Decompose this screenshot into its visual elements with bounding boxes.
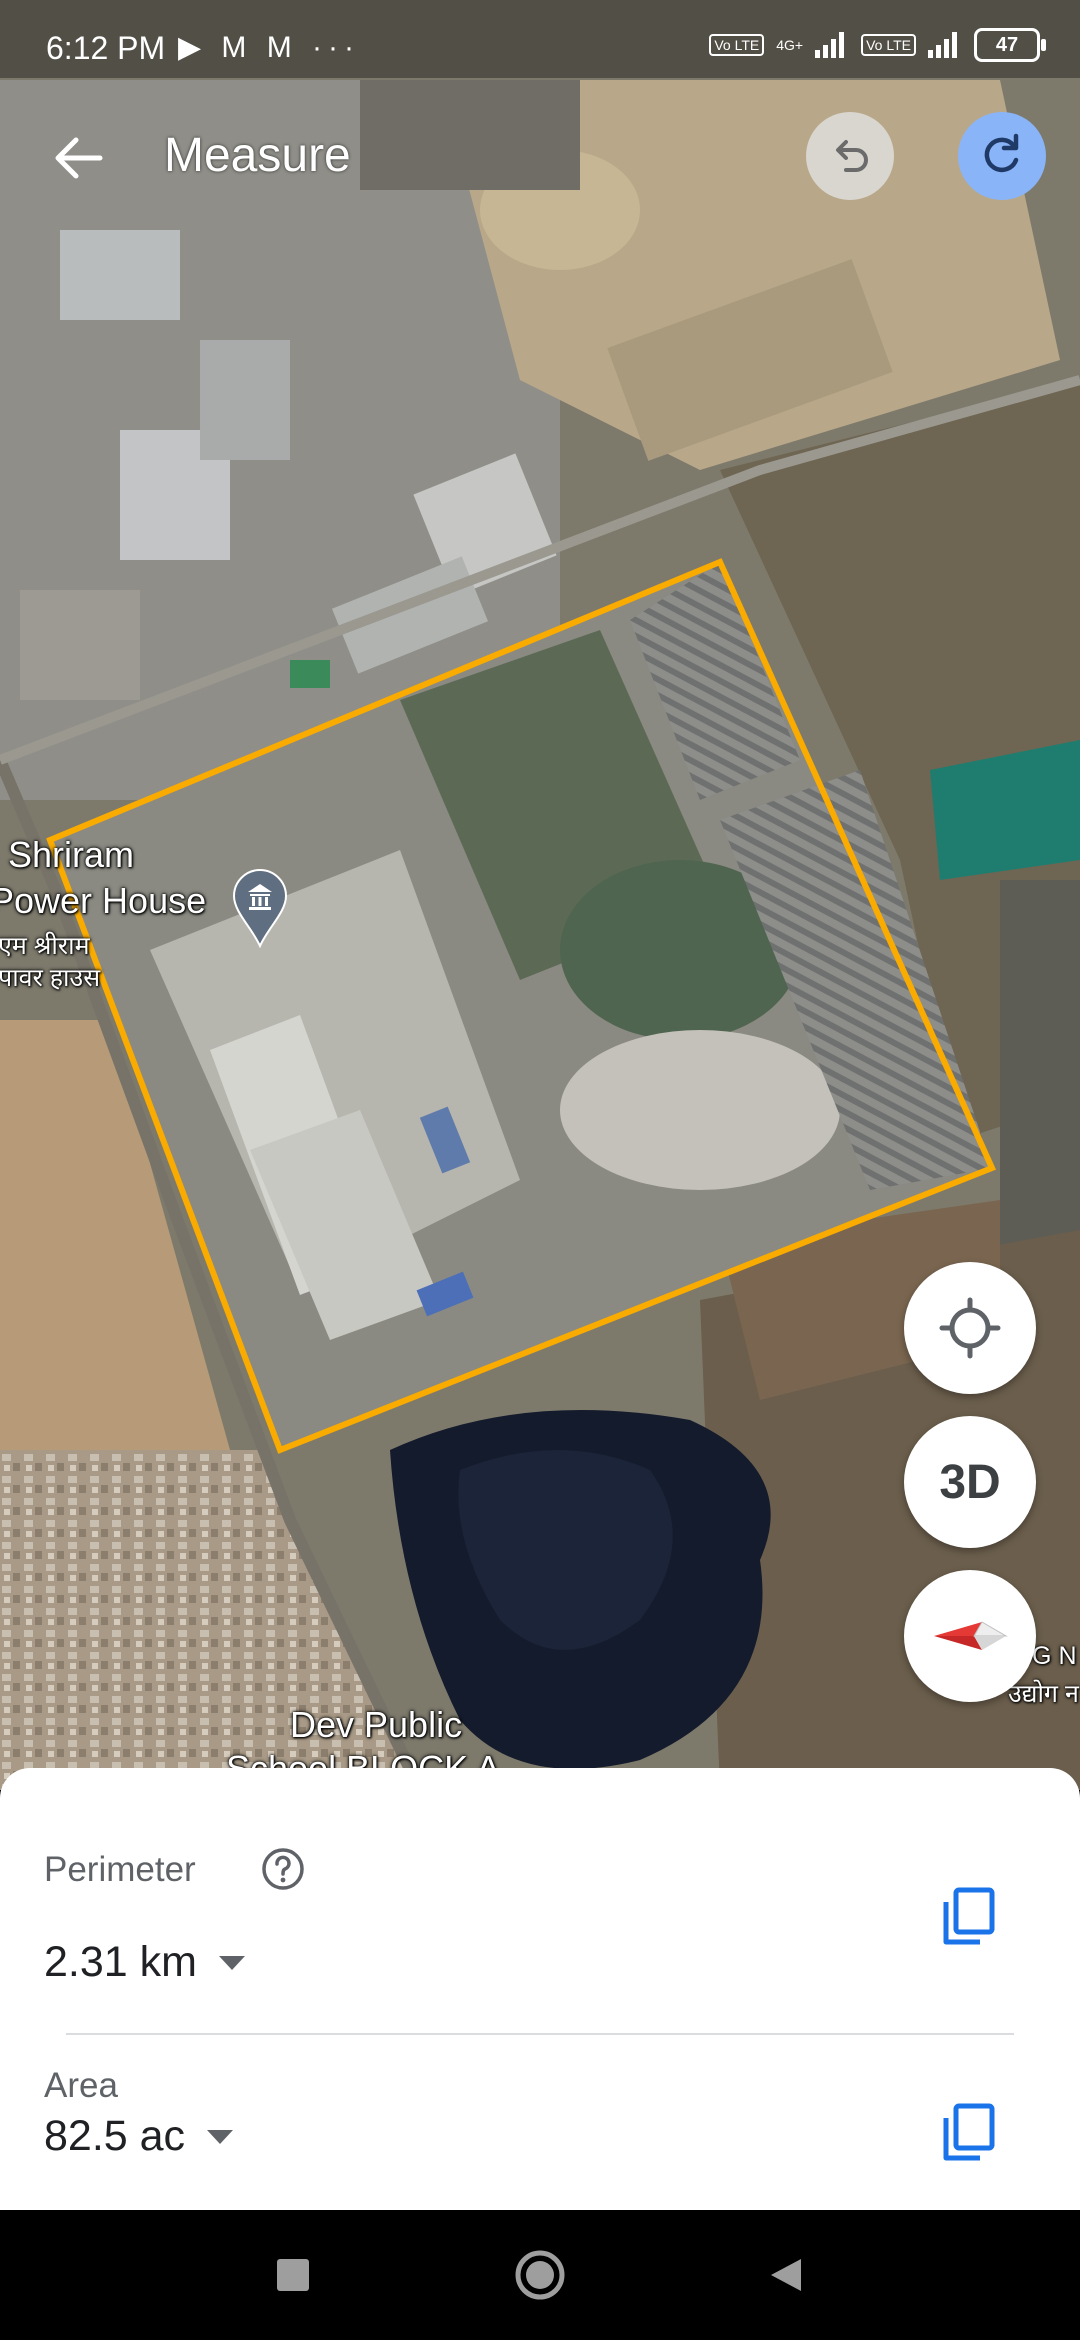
redo-icon bbox=[984, 133, 1019, 173]
chevron-down-icon bbox=[218, 1955, 245, 1970]
home-button[interactable] bbox=[505, 2240, 575, 2310]
divider bbox=[66, 2033, 1014, 2035]
network-type: 4G+ bbox=[776, 37, 804, 53]
circle-icon bbox=[515, 2250, 565, 2300]
volte-badge-sim1: Vo LTE bbox=[709, 34, 765, 56]
map-label-school-1[interactable]: Dev Public bbox=[290, 1704, 462, 1746]
chevron-down-icon bbox=[207, 2129, 234, 2144]
area-unit-dropdown[interactable]: 82.5 ac bbox=[44, 2112, 234, 2161]
arrow-back-icon bbox=[55, 137, 103, 179]
copy-area-icon[interactable] bbox=[940, 2102, 996, 2164]
battery-level: 47 bbox=[995, 33, 1019, 56]
map-label-hindi-2: पावर हाउस bbox=[0, 964, 101, 992]
my-location-button[interactable] bbox=[904, 1262, 1036, 1394]
3d-toggle-button[interactable]: 3D bbox=[904, 1416, 1036, 1548]
battery-icon: 47 bbox=[974, 28, 1046, 62]
recents-button[interactable] bbox=[258, 2240, 328, 2310]
copy-perimeter-icon[interactable] bbox=[940, 1886, 996, 1948]
map-label-edge-2: उद्योग न bbox=[1008, 1680, 1079, 1708]
measure-sheet: Perimeter 2.31 km Area 82.5 ac bbox=[0, 1768, 1080, 2210]
signal-icon-sim2 bbox=[928, 32, 957, 58]
perimeter-value: 2.31 km bbox=[44, 1938, 197, 1986]
map-label-place-1[interactable]: Shriram bbox=[8, 834, 134, 876]
my-location-icon bbox=[939, 1297, 1001, 1359]
undo-button[interactable] bbox=[806, 112, 894, 200]
area-value: 82.5 ac bbox=[44, 2112, 186, 2160]
signal-icon-sim1 bbox=[815, 32, 845, 58]
system-indicators: Vo LTE 4G+ Vo LTE 47 bbox=[709, 28, 1046, 62]
perimeter-label: Perimeter bbox=[44, 1850, 196, 1889]
notification-icons: ▶ M M ··· bbox=[178, 31, 361, 64]
compass-button[interactable] bbox=[904, 1570, 1036, 1702]
compass-icon bbox=[934, 1621, 1008, 1650]
map-label-hindi-1: एम श्रीराम bbox=[0, 932, 90, 960]
perimeter-unit-dropdown[interactable]: 2.31 km bbox=[44, 1938, 245, 1987]
status-time: 6:12 PM bbox=[46, 30, 166, 66]
status-bar: 6:12 PM ▶ M M ··· Vo LTE 4G+ Vo LTE 47 bbox=[0, 0, 1080, 78]
page-title: Measure bbox=[164, 129, 351, 182]
square-icon bbox=[277, 2259, 309, 2291]
area-label: Area bbox=[44, 2066, 118, 2105]
help-icon[interactable] bbox=[260, 1846, 306, 1892]
back-button[interactable] bbox=[40, 120, 116, 196]
map-label-place-2[interactable]: Power House bbox=[0, 880, 206, 922]
undo-icon bbox=[836, 140, 868, 172]
system-nav-bar bbox=[0, 2210, 1080, 2340]
triangle-back-icon bbox=[771, 2259, 801, 2291]
nav-back-button[interactable] bbox=[750, 2240, 820, 2310]
redo-button[interactable] bbox=[958, 112, 1046, 200]
volte-badge-sim2: Vo LTE bbox=[861, 34, 916, 56]
museum-pin-icon[interactable] bbox=[232, 868, 288, 948]
